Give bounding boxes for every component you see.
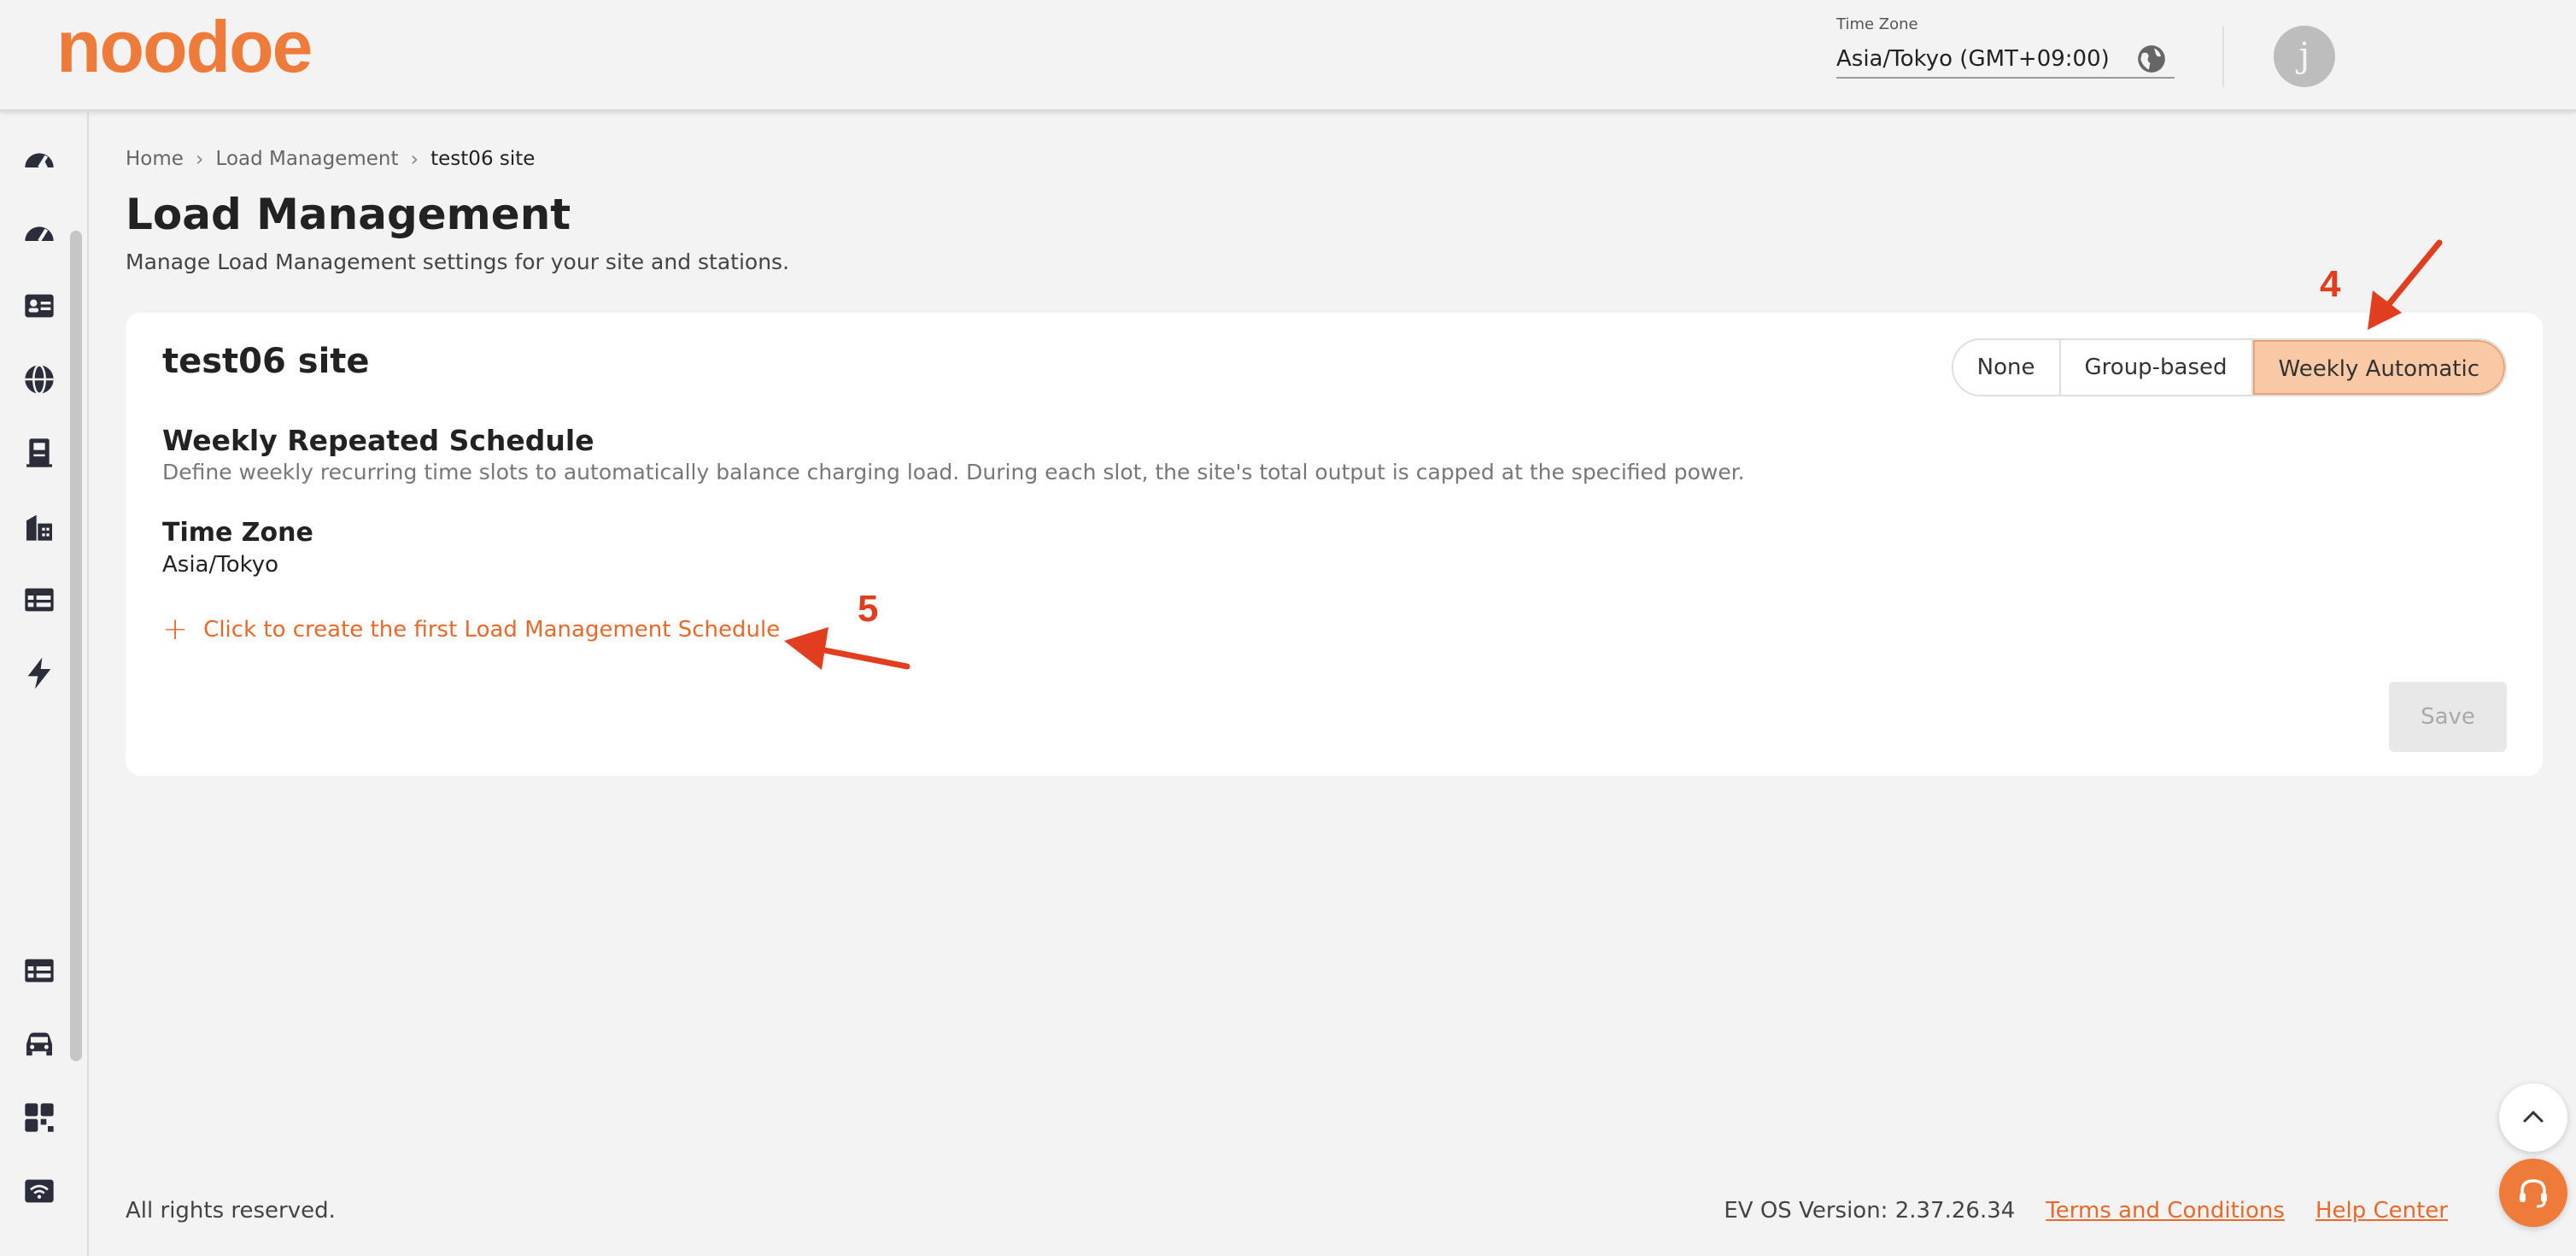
load-management-card: test06 site None Group-based Weekly Auto… (126, 313, 2543, 776)
save-button[interactable]: Save (2389, 682, 2507, 752)
lightning-icon[interactable] (22, 656, 56, 690)
page-title: Load Management (126, 190, 571, 239)
top-header: noodoe Time Zone Asia/Tokyo (GMT+09:00) … (0, 0, 2576, 111)
car-icon[interactable] (22, 1027, 56, 1061)
plus-icon: + (162, 612, 189, 647)
id-card-icon[interactable] (22, 289, 56, 323)
site-name: test06 site (162, 342, 370, 381)
help-center-link[interactable]: Help Center (2315, 1198, 2448, 1224)
buildings-icon[interactable] (22, 509, 56, 543)
mode-group-based-button[interactable]: Group-based (2060, 340, 2253, 395)
globe-icon[interactable] (22, 362, 56, 396)
svg-text:noodoe: noodoe (56, 19, 312, 87)
timezone-value: Asia/Tokyo (GMT+09:00) (1836, 46, 2110, 72)
breadcrumb-home[interactable]: Home (126, 148, 184, 170)
mode-selector: None Group-based Weekly Automatic (1951, 338, 2507, 396)
headset-icon (2520, 1179, 2547, 1208)
terms-link[interactable]: Terms and Conditions (2046, 1198, 2285, 1224)
timezone-text: Asia/Tokyo (162, 552, 279, 578)
timezone-select[interactable]: Time Zone Asia/Tokyo (GMT+09:00) (1836, 15, 2175, 79)
table-icon[interactable] (22, 954, 56, 988)
create-schedule-link[interactable]: + Click to create the first Load Managem… (162, 612, 781, 647)
page-subtitle: Manage Load Management settings for your… (126, 249, 790, 274)
annotation-step-5: 5 (858, 588, 879, 630)
dashboard-icon[interactable] (22, 142, 56, 176)
timezone-heading: Time Zone (162, 518, 313, 548)
section-title: Weekly Repeated Schedule (162, 424, 594, 457)
header-divider (2222, 26, 2224, 87)
section-description: Define weekly recurring time slots to au… (162, 460, 1745, 484)
charger-icon[interactable] (22, 436, 56, 470)
timezone-label: Time Zone (1836, 15, 1918, 33)
footer-version: EV OS Version: 2.37.26.34 (1724, 1198, 2016, 1224)
noodoe-logo[interactable]: noodoe (56, 19, 367, 87)
annotation-step-4: 4 (2320, 263, 2341, 305)
breadcrumb-current: test06 site (430, 148, 536, 170)
mode-none-button[interactable]: None (1952, 340, 2061, 395)
sidebar (0, 113, 89, 1256)
dashboard-alt-icon[interactable] (22, 215, 56, 249)
scroll-to-top-button[interactable] (2499, 1083, 2567, 1152)
footer-links: EV OS Version: 2.37.26.34 Terms and Cond… (1724, 1198, 2448, 1224)
breadcrumb: Home › Load Management › test06 site (126, 147, 535, 171)
qr-code-icon[interactable] (22, 1100, 56, 1135)
wifi-icon[interactable] (22, 1174, 56, 1208)
sidebar-scrollbar[interactable] (70, 231, 82, 1061)
create-schedule-label: Click to create the first Load Managemen… (203, 617, 781, 643)
footer-copyright: All rights reserved. (126, 1198, 336, 1224)
globe-icon (2138, 45, 2165, 73)
chevron-right-icon: › (410, 147, 419, 171)
breadcrumb-load-management[interactable]: Load Management (216, 148, 399, 170)
support-button[interactable] (2499, 1159, 2567, 1227)
chevron-right-icon: › (195, 147, 204, 171)
table-icon[interactable] (22, 583, 56, 617)
chevron-up-icon (2523, 1110, 2544, 1123)
avatar[interactable]: j (2274, 26, 2335, 87)
mode-weekly-automatic-button[interactable]: Weekly Automatic (2252, 340, 2505, 395)
